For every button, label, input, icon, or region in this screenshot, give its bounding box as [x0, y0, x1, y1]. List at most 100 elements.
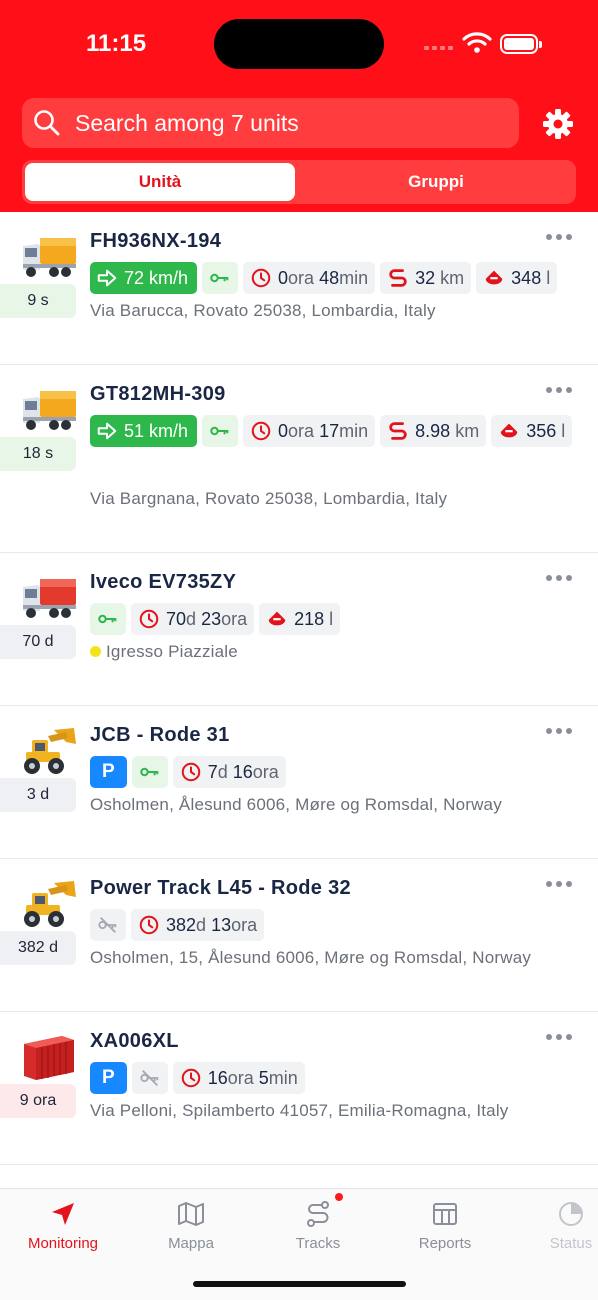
duration-unit-2: ora — [231, 914, 258, 935]
duration-unit-1: ora — [227, 1067, 254, 1088]
unit-row[interactable]: 9 ora XA006XL P 16 ora 5 min Via Pelloni, … — [0, 1012, 598, 1165]
parking-chip: P — [90, 1062, 127, 1094]
key-icon — [97, 608, 119, 630]
key-icon — [139, 761, 161, 783]
status-time: 11:15 — [86, 30, 147, 57]
notification-dot — [335, 1193, 343, 1201]
more-options-icon[interactable] — [546, 387, 572, 397]
arrow-right-icon — [96, 267, 118, 289]
unit-name: JCB - Rode 31 — [90, 724, 230, 746]
header: 11:15 Unità Gruppi — [0, 0, 598, 212]
unit-row[interactable]: 3 d JCB - Rode 31 P 7d 16 ora Osholmen, Å… — [0, 706, 598, 859]
more-options-icon[interactable] — [546, 881, 572, 891]
speed-chip: 72 km/h — [90, 262, 198, 294]
unit-row[interactable]: 9 s FH936NX-194 72 km/h 0 ora 48 min 32 km… — [0, 212, 598, 365]
speed-value: 51 km/h — [124, 420, 189, 441]
duration-chip: 0 ora 17 min — [243, 415, 376, 447]
segment-units[interactable]: Unità — [25, 163, 295, 201]
duration-unit-2: min — [339, 267, 369, 288]
unit-row[interactable]: 18 s GT812MH-309 51 km/h 0 ora 17 min 8.98… — [0, 365, 598, 553]
unit-address: Via Barucca, Rovato 25038, Lombardia, It… — [90, 301, 436, 320]
ignition-chip — [131, 756, 168, 788]
unit-name: GT812MH-309 — [90, 383, 226, 405]
fuel-icon — [498, 420, 520, 442]
age-badge: 70 d — [0, 625, 76, 659]
cellular-signal-icon — [424, 46, 453, 50]
duration-chip: 382 d 13 ora — [131, 909, 265, 941]
more-options-icon[interactable] — [546, 1034, 572, 1044]
search-input[interactable] — [75, 109, 495, 137]
duration-chip: 0 ora 48 min — [243, 262, 376, 294]
tab-map[interactable]: Mappa — [136, 1199, 246, 1252]
duration-unit-2: min — [268, 1067, 298, 1088]
dynamic-island — [214, 19, 384, 69]
duration-value-1: 0 — [278, 267, 289, 288]
tab-monitoring[interactable]: Monitoring — [8, 1199, 118, 1252]
status-gauge-icon — [559, 1202, 583, 1226]
clock-icon — [250, 267, 272, 289]
duration-unit-1: ora — [288, 420, 315, 441]
wheel-loader-icon — [18, 726, 78, 776]
unit-name: Power Track L45 - Rode 32 — [90, 877, 351, 899]
distance-unit: km — [455, 420, 480, 441]
unit-chips: 72 km/h 0 ora 48 min 32 km 348 l — [90, 262, 580, 294]
fuel-chip: 348 l — [476, 262, 558, 294]
duration-value-1: 7 — [207, 761, 218, 782]
key-off-icon — [139, 1067, 161, 1089]
ignition-chip — [202, 262, 239, 294]
age-badge: 18 s — [0, 437, 76, 471]
unit-row[interactable]: 70 d Iveco EV735ZY 70 d 23 ora 218 l Igres… — [0, 553, 598, 706]
unit-name: XA006XL — [90, 1030, 179, 1052]
age-badge: 382 d — [0, 931, 76, 965]
unit-list[interactable]: 9 s FH936NX-194 72 km/h 0 ora 48 min 32 km… — [0, 212, 598, 1188]
unit-chips: 70 d 23 ora 218 l — [90, 603, 580, 635]
unit-row[interactable]: 382 d Power Track L45 - Rode 32 382 d 13 o… — [0, 859, 598, 1012]
duration-value-1: 16 — [207, 1067, 228, 1088]
tab-tracks[interactable]: Tracks — [263, 1199, 373, 1252]
more-options-icon[interactable] — [546, 728, 572, 738]
route-icon — [307, 1201, 329, 1227]
tab-status[interactable]: Status — [516, 1199, 598, 1252]
duration-unit-1: d — [196, 914, 207, 935]
container-icon — [18, 1032, 78, 1082]
truck-red-icon — [18, 573, 78, 623]
ignition-chip — [202, 415, 239, 447]
reports-table-icon — [433, 1203, 457, 1225]
fuel-icon — [266, 608, 288, 630]
fuel-unit: l — [561, 420, 566, 441]
unit-address: Via Pelloni, Spilamberto 41057, Emilia-R… — [90, 1101, 509, 1120]
gear-icon[interactable] — [540, 106, 576, 142]
fuel-unit: l — [329, 608, 334, 629]
duration-unit-2: min — [339, 420, 369, 441]
key-icon — [209, 267, 231, 289]
tab-reports[interactable]: Reports — [390, 1199, 500, 1252]
unit-row[interactable] — [0, 1165, 598, 1188]
duration-value-2: 17 — [319, 420, 340, 441]
duration-chip: 7d 16 ora — [172, 756, 286, 788]
duration-unit-1: ora — [288, 267, 315, 288]
more-options-icon[interactable] — [546, 575, 572, 585]
more-options-icon[interactable] — [546, 234, 572, 244]
unit-name: Iveco EV735ZY — [90, 571, 237, 593]
duration-value-1: 382 — [166, 914, 197, 935]
duration-value-1: 0 — [278, 420, 289, 441]
unit-name: FH936NX-194 — [90, 230, 222, 252]
tab-tracks-label: Tracks — [295, 1235, 341, 1252]
distance-chip: 32 km — [380, 262, 472, 294]
age-badge: 9 s — [0, 284, 76, 318]
route-icon — [387, 420, 409, 442]
ignition-chip — [131, 1062, 168, 1094]
distance-unit: km — [440, 267, 465, 288]
unit-address: Osholmen, Ålesund 6006, Møre og Romsdal,… — [90, 795, 502, 814]
unit-address: Via Bargnana, Rovato 25038, Lombardia, I… — [90, 489, 448, 508]
tab-monitoring-label: Monitoring — [27, 1235, 99, 1252]
segment-groups[interactable]: Gruppi — [299, 163, 573, 201]
wheel-loader-icon — [18, 879, 78, 929]
duration-unit-2: ora — [221, 608, 248, 629]
battery-icon — [500, 34, 542, 54]
search-bar[interactable] — [22, 98, 519, 148]
duration-value-2: 5 — [258, 1067, 269, 1088]
key-off-icon — [97, 914, 119, 936]
duration-chip: 70 d 23 ora — [131, 603, 255, 635]
duration-value-1: 70 — [166, 608, 187, 629]
